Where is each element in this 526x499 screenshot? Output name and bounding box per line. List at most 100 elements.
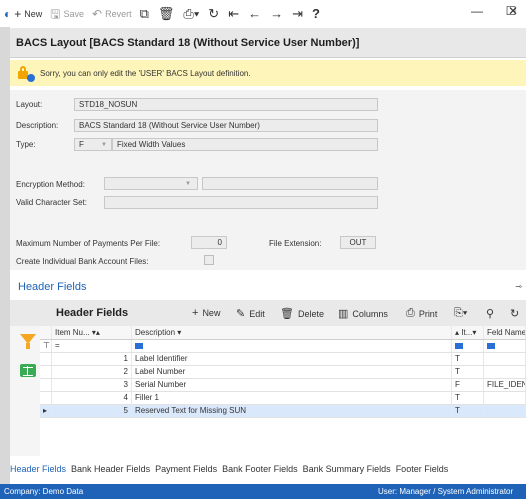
column-header-description[interactable]: Description ▾ <box>132 326 452 339</box>
cell-item-number: 1 <box>52 353 132 365</box>
tab-header-fields[interactable]: Header Fields <box>10 464 66 474</box>
filter-icon[interactable]: ▾ <box>472 328 476 337</box>
text-filter-icon <box>455 343 463 349</box>
minimize-icon[interactable]: — <box>460 4 494 18</box>
table-row[interactable]: 1 Label Identifier T <box>40 353 526 366</box>
edit-icon: ✎ <box>236 308 246 320</box>
tab-bank-footer-fields[interactable]: Bank Footer Fields <box>222 464 298 474</box>
valid-charset-field[interactable] <box>104 196 378 209</box>
pin-icon[interactable]: ⊸ <box>515 282 522 291</box>
file-extension-label: File Extension: <box>269 239 322 248</box>
description-label: Description: <box>16 121 59 130</box>
print-icon: ⎙ <box>406 307 415 319</box>
grid-toolbar: Header Fields + New ✎ Edit 🗑 Delete ▥ Column… <box>10 300 526 326</box>
row-indicator-icon: ▸ <box>40 405 52 417</box>
tab-bank-summary-fields[interactable]: Bank Summary Fields <box>303 464 391 474</box>
grid-filter-row: ⊤ = <box>40 340 526 353</box>
last-record-icon[interactable]: ⇥ <box>292 6 303 22</box>
undo-icon: ↶ <box>92 6 103 21</box>
filter-icon[interactable]: ▾ <box>175 328 181 337</box>
grid-new-button[interactable]: + New <box>192 307 220 319</box>
next-record-icon[interactable]: → <box>270 6 283 21</box>
field-tabs: Header Fields Bank Header Fields Payment… <box>10 458 526 480</box>
cell-item-number: 5 <box>52 405 132 417</box>
chevron-down-icon: ▼ <box>185 181 191 187</box>
grid-edit-button[interactable]: ✎ Edit <box>236 307 265 320</box>
tab-payment-fields[interactable]: Payment Fields <box>155 464 217 474</box>
filter-cell-description[interactable] <box>132 340 452 352</box>
tab-footer-fields[interactable]: Footer Fields <box>396 464 449 474</box>
lock-icon <box>16 65 35 82</box>
filter-cell-field-name[interactable] <box>484 340 526 352</box>
layout-label: Layout: <box>16 100 43 109</box>
delete-icon[interactable]: 🗑 <box>158 6 175 22</box>
valid-charset-label: Valid Character Set: <box>16 198 87 207</box>
plus-icon: + <box>192 307 199 319</box>
table-row[interactable]: 4 Filler 1 T <box>40 392 526 405</box>
type-code-select[interactable]: F ▼ <box>74 138 112 151</box>
tab-bank-header-fields[interactable]: Bank Header Fields <box>71 464 150 474</box>
description-field[interactable]: BACS Standard 18 (Without Service User N… <box>74 119 378 132</box>
grid-columns-button[interactable]: ▥ Columns <box>338 307 388 320</box>
table-row[interactable]: 2 Label Number T <box>40 366 526 379</box>
filter-cell-item-type[interactable] <box>452 340 484 352</box>
previous-record-icon[interactable]: ← <box>248 6 261 21</box>
warning-text: Sorry, you can only edit the 'USER' BACS… <box>40 68 251 78</box>
export-icon: ⎘▾ <box>454 307 468 319</box>
revert-button[interactable]: ↶ Revert <box>92 8 132 20</box>
columns-icon: ▥ <box>338 308 349 320</box>
grid-export-button[interactable]: ⎘▾ <box>454 307 471 320</box>
refresh-icon[interactable]: ↻ <box>208 6 219 22</box>
grid-delete-button[interactable]: 🗑 Delete <box>280 307 324 320</box>
type-value-field[interactable]: Fixed Width Values <box>112 138 378 151</box>
column-header-item-type[interactable]: ▴ It...▾ <box>452 326 484 339</box>
grid-view-icon[interactable] <box>20 364 36 377</box>
grid-share-button[interactable]: ⚲ <box>486 307 498 320</box>
warning-banner: Sorry, you can only edit the 'USER' BACS… <box>10 60 526 86</box>
column-header-item-number[interactable]: Item Nu... ▾▴ <box>52 326 132 339</box>
cell-description: Serial Number <box>132 379 452 391</box>
table-row[interactable]: 3 Serial Number F FILE_IDENTIFIER <box>40 379 526 392</box>
encryption-select[interactable]: ▼ <box>104 177 198 190</box>
column-header-field-name[interactable]: Feld Name▾ <box>484 326 526 339</box>
cell-item-type: T <box>452 392 484 404</box>
grid-title: Header Fields <box>56 307 129 319</box>
help-icon[interactable]: ? <box>312 6 320 21</box>
cell-description: Label Number <box>132 366 452 378</box>
encryption-label: Encryption Method: <box>16 180 85 189</box>
first-record-icon[interactable]: ⇤ <box>228 6 239 22</box>
layout-field[interactable]: STD18_NOSUN <box>74 98 378 111</box>
header-fields-section-title[interactable]: Header Fields ⊸ <box>10 276 526 298</box>
cell-description: Reserved Text for Missing SUN <box>132 405 452 417</box>
grid-print-button[interactable]: ⎙ Print <box>406 307 437 320</box>
new-button[interactable]: ◐ + New <box>4 8 42 20</box>
close-control: ✕ <box>500 4 526 18</box>
save-button[interactable]: 🖫 Save <box>50 8 84 20</box>
share-icon: ⚲ <box>486 308 495 320</box>
grid-refresh-button[interactable]: ↻ <box>510 307 523 320</box>
plus-icon: + <box>14 6 22 21</box>
new-record-icon: ◐ <box>4 6 12 21</box>
cell-item-number: 3 <box>52 379 132 391</box>
encryption-detail-field[interactable] <box>202 177 378 190</box>
header-fields-grid: Item Nu... ▾▴ Description ▾ ▴ It...▾ Fel… <box>40 326 526 456</box>
left-edge-strip <box>0 27 10 484</box>
cell-item-type: T <box>452 405 484 417</box>
max-payments-field[interactable]: 0 <box>191 236 227 249</box>
cell-field-name <box>484 366 526 378</box>
table-row-selected[interactable]: ▸ 5 Reserved Text for Missing SUN T <box>40 405 526 418</box>
file-extension-field[interactable]: OUT <box>340 236 376 249</box>
copy-icon[interactable]: ⧉ <box>140 6 149 22</box>
cell-field-name: FILE_IDENTIFIER <box>484 379 526 391</box>
status-user: User: Manager / System Administrator <box>378 487 514 496</box>
status-bar: Company: Demo Data User: Manager / Syste… <box>0 484 526 499</box>
cell-item-number: 4 <box>52 392 132 404</box>
individual-files-checkbox[interactable] <box>204 255 214 265</box>
filter-icon[interactable]: ▾▴ <box>90 328 100 337</box>
filter-cell-item-number[interactable]: = <box>52 340 132 352</box>
max-payments-label: Maximum Number of Payments Per File: <box>16 239 161 248</box>
cell-item-type: F <box>452 379 484 391</box>
print-icon[interactable]: ⎙▾ <box>183 6 199 22</box>
cell-field-name <box>484 392 526 404</box>
close-icon[interactable]: ✕ <box>500 4 526 18</box>
